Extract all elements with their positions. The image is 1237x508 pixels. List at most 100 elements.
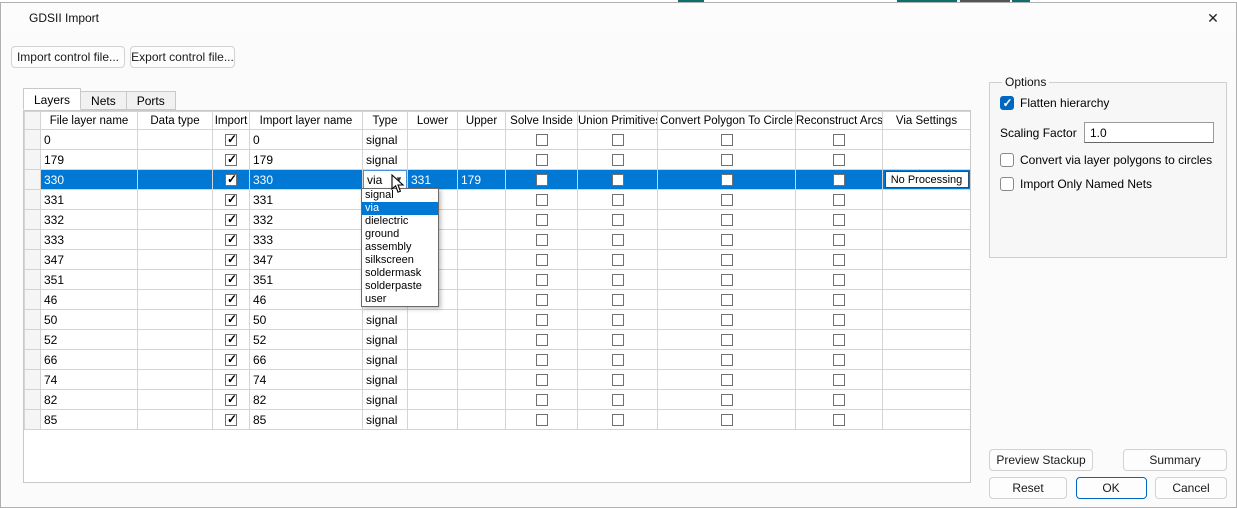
convert-polygon-to-circle-checkbox[interactable] xyxy=(721,394,733,406)
import-layer-name-cell[interactable]: 74 xyxy=(250,370,363,390)
file-layer-name-cell[interactable]: 332 xyxy=(41,210,138,230)
import-checkbox[interactable] xyxy=(225,214,237,226)
file-layer-name-cell[interactable]: 74 xyxy=(41,370,138,390)
layer-row[interactable]: 330330via▾331179No Processing xyxy=(25,170,971,190)
data-type-cell[interactable] xyxy=(138,390,213,410)
col-solve-inside[interactable]: Solve Inside xyxy=(506,112,578,130)
upper-cell[interactable] xyxy=(458,130,506,150)
union-primitives-checkbox[interactable] xyxy=(612,414,624,426)
import-layer-name-cell[interactable]: 347 xyxy=(250,250,363,270)
col-file-layer-name[interactable]: File layer name xyxy=(41,112,138,130)
reconstruct-arcs-checkbox[interactable] xyxy=(833,334,845,346)
convert-polygon-to-circle-checkbox[interactable] xyxy=(721,334,733,346)
row-header[interactable] xyxy=(25,290,41,310)
cancel-button[interactable]: Cancel xyxy=(1155,477,1227,499)
reconstruct-arcs-checkbox[interactable] xyxy=(833,174,845,186)
col-lower[interactable]: Lower xyxy=(408,112,458,130)
reconstruct-arcs-checkbox[interactable] xyxy=(833,314,845,326)
file-layer-name-cell[interactable]: 351 xyxy=(41,270,138,290)
import-layer-name-cell[interactable]: 66 xyxy=(250,350,363,370)
row-header[interactable] xyxy=(25,150,41,170)
union-primitives-checkbox[interactable] xyxy=(612,254,624,266)
file-layer-name-cell[interactable]: 46 xyxy=(41,290,138,310)
upper-cell[interactable] xyxy=(458,190,506,210)
reconstruct-arcs-checkbox[interactable] xyxy=(833,214,845,226)
type-cell[interactable]: signal xyxy=(363,390,408,410)
lower-cell[interactable] xyxy=(408,350,458,370)
import-layer-name-cell[interactable]: 179 xyxy=(250,150,363,170)
file-layer-name-cell[interactable]: 347 xyxy=(41,250,138,270)
solve-inside-checkbox[interactable] xyxy=(536,314,548,326)
dropdown-option-ground[interactable]: ground xyxy=(362,228,438,241)
via-settings-button[interactable]: No Processing xyxy=(885,171,969,188)
layer-row[interactable]: 7474signal xyxy=(25,370,971,390)
upper-cell[interactable] xyxy=(458,350,506,370)
upper-cell[interactable] xyxy=(458,150,506,170)
convert-polygon-to-circle-checkbox[interactable] xyxy=(721,214,733,226)
lower-cell[interactable] xyxy=(408,370,458,390)
import-layer-name-cell[interactable]: 332 xyxy=(250,210,363,230)
col-import-layer-name[interactable]: Import layer name xyxy=(250,112,363,130)
tab-ports[interactable]: Ports xyxy=(127,91,176,110)
layer-row[interactable]: 5252signal xyxy=(25,330,971,350)
upper-cell[interactable] xyxy=(458,210,506,230)
row-header[interactable] xyxy=(25,130,41,150)
convert-polygon-to-circle-checkbox[interactable] xyxy=(721,314,733,326)
data-type-cell[interactable] xyxy=(138,290,213,310)
import-checkbox[interactable] xyxy=(225,154,237,166)
convert-polygon-to-circle-checkbox[interactable] xyxy=(721,154,733,166)
titlebar[interactable]: GDSII Import ✕ xyxy=(1,3,1236,33)
solve-inside-checkbox[interactable] xyxy=(536,354,548,366)
import-only-named-nets-option[interactable]: Import Only Named Nets xyxy=(1000,177,1216,191)
upper-cell[interactable] xyxy=(458,390,506,410)
flatten-hierarchy-checkbox[interactable] xyxy=(1000,96,1014,110)
solve-inside-checkbox[interactable] xyxy=(536,374,548,386)
convert-via-polygons-option[interactable]: Convert via layer polygons to circles xyxy=(1000,153,1216,167)
reconstruct-arcs-checkbox[interactable] xyxy=(833,354,845,366)
dropdown-option-dielectric[interactable]: dielectric xyxy=(362,215,438,228)
layer-row[interactable]: 347347signal xyxy=(25,250,971,270)
upper-cell[interactable] xyxy=(458,270,506,290)
import-only-named-nets-checkbox[interactable] xyxy=(1000,177,1014,191)
scaling-factor-input[interactable] xyxy=(1084,122,1214,143)
reconstruct-arcs-checkbox[interactable] xyxy=(833,294,845,306)
data-type-cell[interactable] xyxy=(138,250,213,270)
import-layer-name-cell[interactable]: 331 xyxy=(250,190,363,210)
ok-button[interactable]: OK xyxy=(1076,477,1147,499)
layer-row[interactable]: 5050signal xyxy=(25,310,971,330)
close-icon[interactable]: ✕ xyxy=(1202,9,1224,27)
file-layer-name-cell[interactable]: 82 xyxy=(41,390,138,410)
reconstruct-arcs-checkbox[interactable] xyxy=(833,154,845,166)
reconstruct-arcs-checkbox[interactable] xyxy=(833,394,845,406)
row-header[interactable] xyxy=(25,410,41,430)
union-primitives-checkbox[interactable] xyxy=(612,354,624,366)
row-header[interactable] xyxy=(25,390,41,410)
convert-polygon-to-circle-checkbox[interactable] xyxy=(721,134,733,146)
upper-cell[interactable] xyxy=(458,410,506,430)
import-layer-name-cell[interactable]: 351 xyxy=(250,270,363,290)
layer-row[interactable]: 179179signal xyxy=(25,150,971,170)
lower-cell[interactable] xyxy=(408,410,458,430)
solve-inside-checkbox[interactable] xyxy=(536,334,548,346)
union-primitives-checkbox[interactable] xyxy=(612,154,624,166)
union-primitives-checkbox[interactable] xyxy=(612,274,624,286)
tab-nets[interactable]: Nets xyxy=(81,91,127,110)
layer-row[interactable]: 8585signal xyxy=(25,410,971,430)
col-reconstruct-arcs[interactable]: Reconstruct Arcs xyxy=(796,112,883,130)
preview-stackup-button[interactable]: Preview Stackup xyxy=(989,449,1093,471)
convert-polygon-to-circle-checkbox[interactable] xyxy=(721,414,733,426)
file-layer-name-cell[interactable]: 330 xyxy=(41,170,138,190)
union-primitives-checkbox[interactable] xyxy=(612,374,624,386)
dropdown-option-solderpaste[interactable]: solderpaste xyxy=(362,280,438,293)
col-union-primitives[interactable]: Union Primitives xyxy=(578,112,658,130)
type-cell[interactable]: signal xyxy=(363,350,408,370)
data-type-cell[interactable] xyxy=(138,350,213,370)
lower-cell[interactable] xyxy=(408,130,458,150)
reset-button[interactable]: Reset xyxy=(989,477,1067,499)
union-primitives-checkbox[interactable] xyxy=(612,134,624,146)
import-layer-name-cell[interactable]: 0 xyxy=(250,130,363,150)
layer-row[interactable]: 331331signal xyxy=(25,190,971,210)
union-primitives-checkbox[interactable] xyxy=(612,394,624,406)
import-checkbox[interactable] xyxy=(225,334,237,346)
type-cell[interactable]: signal xyxy=(363,410,408,430)
